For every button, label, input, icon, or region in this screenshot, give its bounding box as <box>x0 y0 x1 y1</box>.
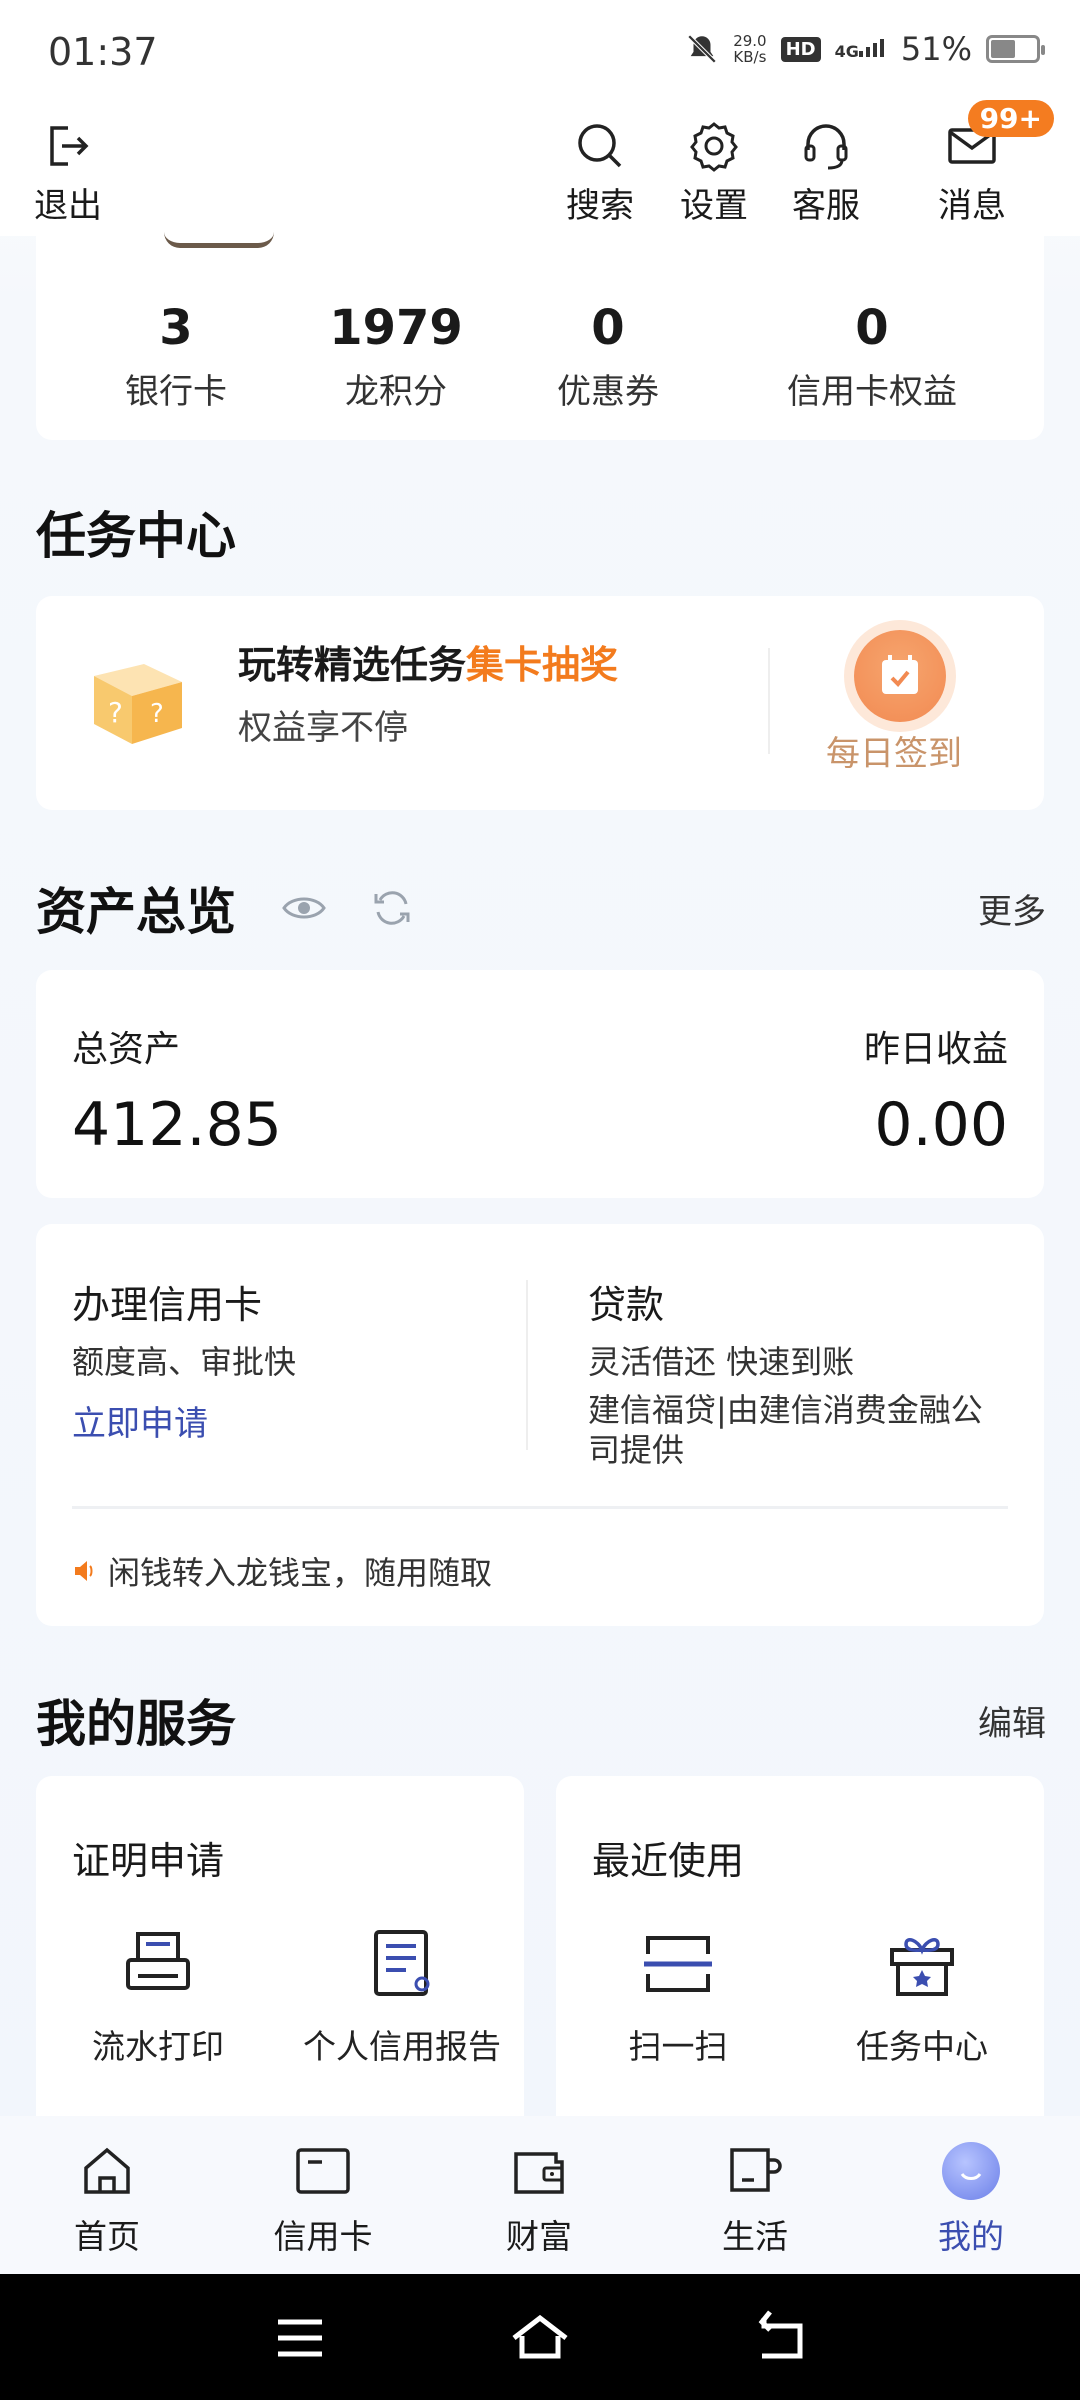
recent-title: 最近使用 <box>592 1839 745 1883</box>
back-icon[interactable] <box>752 2310 812 2366</box>
speaker-icon <box>75 1561 93 1581</box>
settings-button[interactable]: 设置 <box>680 118 748 227</box>
yesterday-earnings-value: 0.00 <box>874 1090 1008 1160</box>
offers-card: 办理信用卡 额度高、审批快 立即申请 贷款 灵活借还 快速到账 建信福贷|由建信… <box>36 1224 1044 1626</box>
tab-credit-card[interactable]: 信用卡 <box>243 2142 403 2258</box>
report-icon <box>374 1930 430 1996</box>
credit-card-offer-desc: 额度高、审批快 <box>72 1343 297 1381</box>
menu-icon[interactable] <box>270 2310 330 2366</box>
loan-provider-line2: 司提供 <box>588 1431 685 1469</box>
customer-service-button[interactable]: 客服 <box>792 118 860 227</box>
top-nav: 退出 搜索 设置 客服 99+ 消息 <box>0 100 1080 236</box>
divider <box>768 648 770 754</box>
battery-percent: 51% <box>900 30 972 68</box>
status-time: 01:37 <box>48 30 158 74</box>
notice-bar[interactable]: 闲钱转入龙钱宝，随用随取 <box>72 1548 492 1594</box>
account-stats-card: 3 银行卡 1979 龙积分 0 优惠券 0 信用卡权益 <box>36 236 1044 440</box>
gift-box-illustration: ? ? <box>94 664 182 744</box>
logout-button[interactable]: 退出 <box>34 118 102 227</box>
certificate-services-card: 证明申请 流水打印 个人信用报告 <box>36 1776 524 2116</box>
service-label: 客服 <box>792 186 860 226</box>
status-bar: 01:37 29.0 KB/s HD 4G 51% <box>0 0 1080 110</box>
svg-text:?: ? <box>108 696 123 729</box>
assets-title: 资产总览 <box>36 883 236 941</box>
battery-icon <box>986 35 1045 63</box>
services-title: 我的服务 <box>36 1695 236 1753</box>
total-assets-value: 412.85 <box>72 1090 282 1160</box>
divider <box>526 1280 528 1450</box>
recent-services-card: 最近使用 扫一扫 任务中心 <box>556 1776 1044 2116</box>
messages-label: 消息 <box>938 186 1006 226</box>
task-center-title: 任务中心 <box>36 507 236 565</box>
home-nav-icon[interactable] <box>510 2310 570 2366</box>
credit-card-offer-title[interactable]: 办理信用卡 <box>72 1274 262 1329</box>
divider <box>72 1506 1008 1509</box>
status-icons: 29.0 KB/s HD 4G 51% <box>685 30 1045 68</box>
daily-signin-button[interactable]: 每日签到 <box>826 726 962 775</box>
logout-icon <box>50 126 89 166</box>
statement-print-button[interactable]: 流水打印 <box>36 1926 280 2068</box>
notice-text: 闲钱转入龙钱宝，随用随取 <box>108 1554 493 1592</box>
system-nav-bar <box>0 2274 1080 2400</box>
loan-offer-title[interactable]: 贷款 <box>588 1274 664 1329</box>
tab-me[interactable]: 我的 <box>891 2142 1051 2258</box>
stat-points[interactable]: 1979 龙积分 <box>326 300 466 413</box>
printer-icon <box>126 1932 190 1990</box>
smile-avatar-icon <box>942 2142 1000 2200</box>
credit-report-button[interactable]: 个人信用报告 <box>280 1926 524 2068</box>
eye-icon[interactable] <box>280 886 328 930</box>
task-headline: 玩转精选任务集卡抽奖 <box>238 643 619 687</box>
scan-button[interactable]: 扫一扫 <box>556 1926 800 2068</box>
search-label: 搜索 <box>566 186 634 226</box>
search-icon <box>578 124 622 168</box>
messages-button[interactable]: 99+ 消息 <box>938 100 1054 227</box>
gift-icon <box>890 1938 954 1996</box>
services-edit-link[interactable]: 编辑 <box>978 1696 1046 1745</box>
card-icon <box>296 2148 350 2194</box>
task-subtitle: 权益享不停 <box>238 708 408 748</box>
loan-offer-desc: 灵活借还 快速到账 <box>588 1343 855 1381</box>
scan-icon <box>644 1936 712 1992</box>
apply-now-link[interactable]: 立即申请 <box>72 1396 208 1445</box>
message-count-badge: 99+ <box>967 100 1054 137</box>
mute-bell-icon <box>687 34 717 64</box>
cup-icon <box>730 2148 782 2192</box>
calendar-check-icon[interactable] <box>854 630 946 722</box>
net-speed: 29.0 KB/s <box>733 32 767 66</box>
home-icon <box>84 2147 130 2194</box>
svg-text:?: ? <box>150 699 164 729</box>
stat-coupons[interactable]: 0 优惠券 <box>548 300 668 413</box>
tab-home[interactable]: 首页 <box>27 2142 187 2258</box>
hd-badge: HD <box>780 36 821 62</box>
assets-more-link[interactable]: 更多 <box>978 884 1046 933</box>
asset-summary-card[interactable]: 总资产 412.85 昨日收益 0.00 <box>36 970 1044 1198</box>
task-center-card[interactable]: ? ? 玩转精选任务集卡抽奖 权益享不停 每日签到 <box>36 596 1044 810</box>
logout-label: 退出 <box>34 186 102 226</box>
headset-icon <box>804 124 848 170</box>
stat-bank-cards[interactable]: 3 银行卡 <box>116 300 236 413</box>
search-button[interactable]: 搜索 <box>566 118 634 227</box>
yesterday-earnings-label: 昨日收益 <box>863 1029 1008 1070</box>
bottom-tab-bar: 首页 信用卡 财富 生活 我的 <box>0 2116 1080 2274</box>
stat-credit-card-benefits[interactable]: 0 信用卡权益 <box>772 300 972 413</box>
wallet-icon <box>514 2152 564 2194</box>
gear-icon <box>690 122 738 172</box>
signal-icon: 4G <box>835 37 887 61</box>
refresh-icon[interactable] <box>370 886 414 930</box>
avatar <box>164 232 274 248</box>
total-assets-label: 总资产 <box>72 1029 181 1070</box>
settings-label: 设置 <box>680 186 748 226</box>
loan-provider-line1: 建信福贷|由建信消费金融公 <box>588 1391 983 1429</box>
certificate-title: 证明申请 <box>72 1839 225 1883</box>
task-center-button[interactable]: 任务中心 <box>800 1926 1044 2068</box>
tab-life[interactable]: 生活 <box>675 2142 835 2258</box>
tab-wealth[interactable]: 财富 <box>459 2142 619 2258</box>
